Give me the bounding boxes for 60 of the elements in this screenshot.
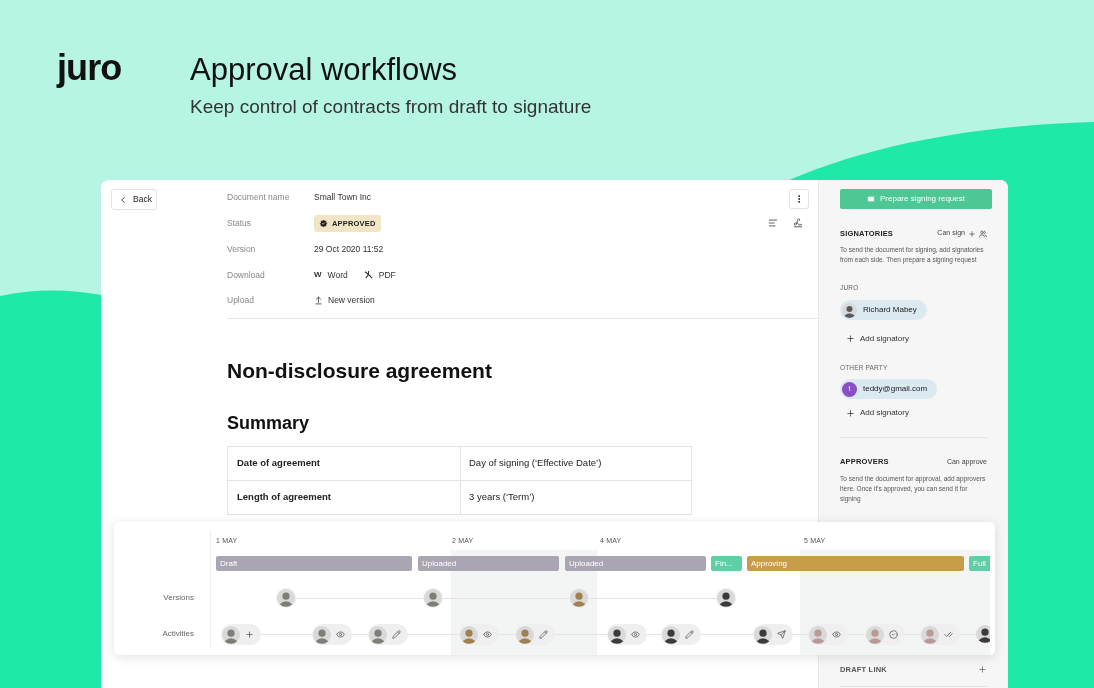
double-check-icon xyxy=(944,630,953,639)
download-link[interactable]: PDF xyxy=(363,268,396,282)
pencil-icon xyxy=(539,630,548,639)
section-heading: Summary xyxy=(227,411,311,435)
activity-chip[interactable] xyxy=(607,624,647,645)
row-label: Activities xyxy=(162,630,194,638)
pencil-icon xyxy=(392,630,401,639)
pencil-icon xyxy=(685,630,694,639)
plus-icon xyxy=(846,408,855,418)
phase-bar: Draft xyxy=(216,556,412,571)
meta-value: 29 Oct 2020 11:52 xyxy=(314,242,384,256)
logo: juro xyxy=(57,50,123,90)
table-cell: Length of agreement xyxy=(227,480,461,515)
phase-bar: Full xyxy=(969,556,990,571)
pdf-icon xyxy=(363,270,373,280)
page-title: Approval workflows xyxy=(190,51,459,89)
phase-bar: Fin... xyxy=(711,556,742,571)
eye-icon xyxy=(631,630,640,639)
upload-link[interactable]: New version xyxy=(314,294,375,307)
meta-value: Small Town Inc xyxy=(314,191,371,205)
word-glyph: W xyxy=(314,268,322,281)
activity-chip[interactable] xyxy=(661,624,701,645)
signature-icon[interactable] xyxy=(793,218,803,228)
plus-icon xyxy=(245,630,254,639)
meta-label: Download xyxy=(227,268,266,282)
page-subtitle: Keep control of contracts from draft to signature xyxy=(190,95,592,119)
phase-bar: Uploaded xyxy=(418,556,559,571)
eye-icon xyxy=(832,630,841,639)
phase-bar: Uploaded xyxy=(565,556,706,571)
plus-icon[interactable] xyxy=(978,664,987,674)
check-circle-icon xyxy=(889,630,898,639)
upload-icon xyxy=(314,296,323,306)
activity-chip[interactable] xyxy=(753,624,793,645)
add-signatory-button[interactable]: Add signatory xyxy=(846,332,909,345)
mail-icon xyxy=(867,195,875,203)
meta-label: Document name xyxy=(227,191,291,205)
text-lines-icon[interactable] xyxy=(768,218,778,228)
row-label: Versions xyxy=(163,594,194,602)
plus-icon xyxy=(846,334,855,343)
person-chip[interactable]: Richard Mabey xyxy=(840,300,927,320)
send-icon xyxy=(777,630,786,639)
table-cell: Day of signing (‘Effective Date’) xyxy=(460,446,692,481)
table-cell: Date of agreement xyxy=(227,446,461,481)
more-menu-button[interactable] xyxy=(789,189,809,209)
plus-icon[interactable] xyxy=(968,229,976,238)
document-title: Non-disclosure agreement xyxy=(227,358,493,385)
meta-label: Upload xyxy=(227,294,255,307)
check-badge-icon xyxy=(319,219,328,229)
add-signatory-button[interactable]: Add signatory xyxy=(846,407,909,420)
back-button[interactable]: Back xyxy=(111,189,157,210)
people-icon[interactable] xyxy=(979,229,987,238)
phase-bar: Approving xyxy=(747,556,964,571)
meta-label: Status xyxy=(227,217,253,230)
eye-icon xyxy=(336,630,345,639)
table-cell: 3 years (‘Term’) xyxy=(460,480,692,515)
eye-icon xyxy=(483,630,492,639)
avatar xyxy=(842,302,857,318)
meta-label: Version xyxy=(227,242,257,256)
chevron-left-icon xyxy=(118,194,128,205)
download-link[interactable]: W Word xyxy=(314,268,348,282)
